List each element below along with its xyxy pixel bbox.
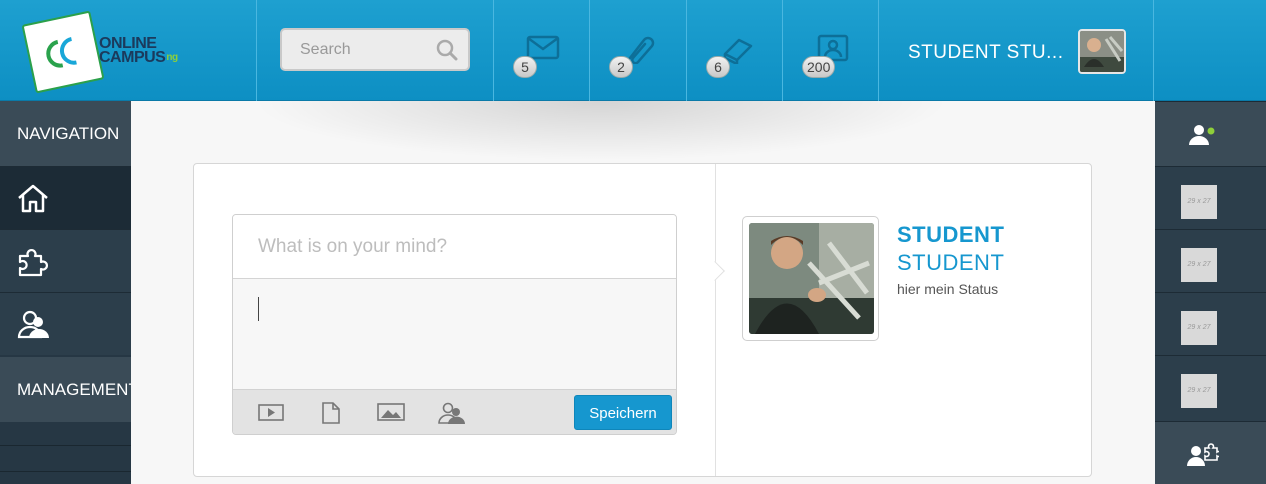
contact-thumbnail: 29 x 27 <box>1181 248 1217 282</box>
logo[interactable]: ONLINE CAMPUSng <box>0 0 257 101</box>
nav-section-management[interactable]: MANAGEMENT <box>0 357 139 422</box>
profile-picture[interactable] <box>742 216 879 341</box>
profile-status: hier mein Status <box>897 281 999 297</box>
contact-thumb[interactable]: 29 x 27 <box>1155 355 1266 418</box>
user-puzzle-icon <box>1187 443 1219 466</box>
search-input[interactable] <box>282 30 432 69</box>
main-content: Speichern STUDENT STUDENT hier mein Stat… <box>131 101 1155 484</box>
header-shadow <box>251 101 951 161</box>
status-composer: Speichern <box>232 214 677 435</box>
profile-last-name[interactable]: STUDENT <box>897 250 1004 276</box>
contact-thumb[interactable]: 29 x 27 <box>1155 229 1266 292</box>
contact-thumbnail: 29 x 27 <box>1181 311 1217 345</box>
composer-title <box>233 215 676 279</box>
courses-count-badge: 6 <box>706 56 730 78</box>
status-body-textarea[interactable] <box>233 279 676 389</box>
composer-pointer <box>705 261 725 281</box>
document-icon[interactable] <box>321 402 341 424</box>
logo-suffix: ng <box>166 52 178 63</box>
attachments-count-badge: 2 <box>609 56 633 78</box>
contacts-notification[interactable]: 200 <box>783 0 879 101</box>
user-photo-icon <box>1080 31 1124 72</box>
nav-section-navigation[interactable]: NAVIGATION <box>0 101 131 166</box>
messages-count-badge: 5 <box>513 56 537 78</box>
contacts-count-badge: 200 <box>802 56 836 78</box>
status-title-input[interactable] <box>233 215 676 279</box>
right-sidebar: 29 x 27 29 x 27 29 x 27 29 x 27 <box>1155 101 1266 484</box>
contact-thumb[interactable]: 29 x 27 <box>1155 292 1266 355</box>
search-box <box>280 28 470 71</box>
save-button[interactable]: Speichern <box>574 395 672 430</box>
nav-item-modules[interactable] <box>0 229 131 292</box>
user-avatar[interactable] <box>1078 29 1126 74</box>
top-header: ONLINE CAMPUSng 5 2 6 <box>0 0 1266 101</box>
profile-photo <box>749 223 874 334</box>
user-name[interactable]: STUDENT STU... <box>908 42 1064 64</box>
user-modules-toggle[interactable] <box>1155 421 1266 484</box>
users-icon <box>17 310 49 339</box>
image-icon[interactable] <box>377 402 405 422</box>
text-caret <box>258 297 259 321</box>
profile-first-name[interactable]: STUDENT <box>897 222 1004 248</box>
courses-notification[interactable]: 6 <box>687 0 783 101</box>
user-tag-icon[interactable] <box>438 402 466 424</box>
search-icon[interactable] <box>436 39 458 61</box>
contact-thumbnail: 29 x 27 <box>1181 185 1217 219</box>
nav-item-home[interactable] <box>0 166 131 229</box>
logo-rings-icon <box>46 36 77 68</box>
left-navigation: NAVIGATION MANAGEMENT <box>0 101 139 484</box>
card-divider <box>715 164 716 476</box>
puzzle-icon <box>18 248 49 277</box>
attachments-notification[interactable]: 2 <box>590 0 686 101</box>
logo-line2: CAMPUS <box>99 49 166 66</box>
nav-divider <box>0 445 131 446</box>
student-photo-icon <box>749 223 874 334</box>
contact-thumbnail: 29 x 27 <box>1181 374 1217 408</box>
header-divider <box>1153 0 1154 101</box>
home-icon <box>18 184 48 213</box>
logo-mark <box>21 10 105 94</box>
logo-text: ONLINE CAMPUSng <box>99 36 178 66</box>
video-icon[interactable] <box>258 402 284 422</box>
online-users-toggle[interactable] <box>1155 101 1266 166</box>
post-card: Speichern STUDENT STUDENT hier mein Stat… <box>193 163 1092 477</box>
user-online-icon <box>1189 125 1215 145</box>
nav-divider <box>0 471 131 472</box>
contact-thumb[interactable]: 29 x 27 <box>1155 166 1266 229</box>
composer-toolbar: Speichern <box>233 389 676 434</box>
nav-item-users[interactable] <box>0 292 131 355</box>
messages-notification[interactable]: 5 <box>494 0 590 101</box>
